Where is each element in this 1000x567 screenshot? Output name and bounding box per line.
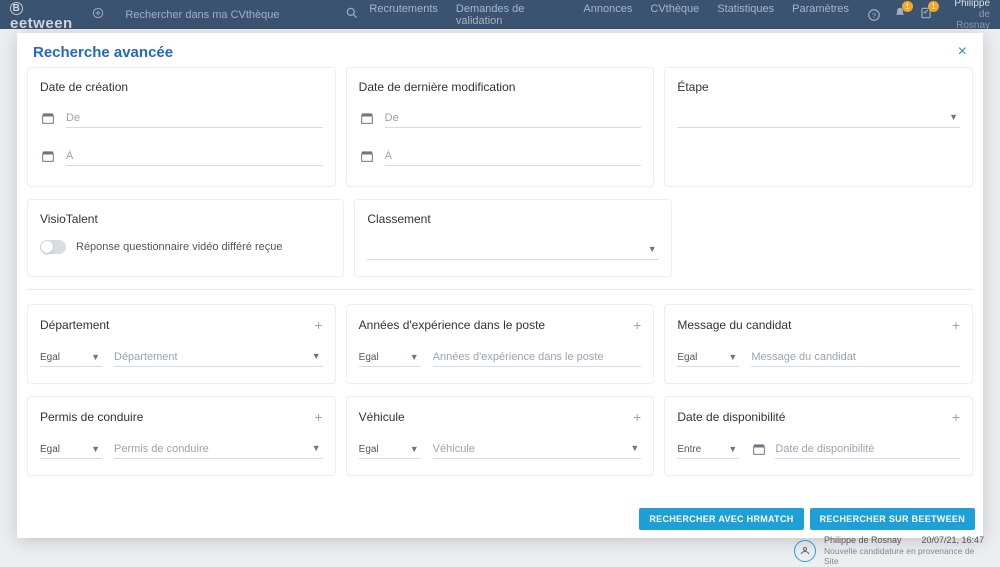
card-experience: Années d'expérience dans le poste+ Egal▼ (346, 304, 655, 384)
experience-input[interactable] (433, 347, 642, 367)
workspace-icon[interactable] (91, 6, 105, 23)
nav-ads[interactable]: Annonces (583, 3, 632, 27)
search-icon[interactable] (345, 6, 359, 23)
visio-toggle-label: Réponse questionnaire vidéo différé reçu… (76, 241, 283, 253)
notification-time: 20/07/21, 16:47 (921, 535, 984, 546)
vehicle-select[interactable]: Véhicule (433, 439, 642, 459)
plus-icon[interactable]: + (633, 317, 641, 333)
card-title: Étape (677, 80, 960, 94)
card-ranking: Classement ▼ (354, 199, 671, 277)
svg-text:?: ? (872, 10, 876, 19)
advanced-search-modal: Recherche avancée × Date de création Dat… (17, 33, 983, 538)
search-hrmatch-button[interactable]: RECHERCHER AVEC HRMATCH (639, 508, 803, 530)
creation-to-input[interactable] (66, 146, 323, 166)
bell-badge: 1 (902, 1, 913, 12)
topbar: BBeetweeneetween Rechercher dans ma CVth… (0, 0, 1000, 29)
nav-stats[interactable]: Statistiques (717, 3, 774, 27)
nav-recruitments[interactable]: Recrutements (369, 3, 437, 27)
visio-toggle[interactable] (40, 240, 66, 254)
department-select[interactable]: Département (114, 347, 323, 367)
creation-from-input[interactable] (66, 108, 323, 128)
card-stage: Étape ▼ (664, 67, 973, 187)
card-title: Département (40, 318, 109, 332)
logo: BBeetweeneetween (10, 0, 83, 32)
card-creation-date: Date de création (27, 67, 336, 187)
license-select[interactable]: Permis de conduire (114, 439, 323, 459)
card-title: Années d'expérience dans le poste (359, 318, 545, 332)
ranking-select[interactable] (367, 240, 658, 260)
license-op-select[interactable]: Egal (40, 440, 102, 459)
nav-params[interactable]: Paramètres (792, 3, 849, 27)
department-op-select[interactable]: Egal (40, 348, 102, 367)
bell-icon[interactable]: 1 (893, 6, 907, 23)
card-title: Classement (367, 212, 658, 226)
calendar-icon[interactable] (40, 110, 56, 126)
experience-op-select[interactable]: Egal (359, 348, 421, 367)
stage-select[interactable] (677, 108, 960, 128)
calendar-icon[interactable] (751, 441, 767, 457)
card-message: Message du candidat+ Egal▼ (664, 304, 973, 384)
card-visiotalent: VisioTalent Réponse questionnaire vidéo … (27, 199, 344, 277)
topbar-icons: ? 1 1 (867, 6, 933, 23)
search-beetween-button[interactable]: RECHERCHER SUR BEETWEEN (810, 508, 975, 530)
plus-icon[interactable]: + (952, 409, 960, 425)
notification-item[interactable]: Philippe de Rosnay 20/07/21, 16:47 Nouvel… (794, 534, 984, 567)
nav-validation[interactable]: Demandes de validation (456, 3, 566, 27)
tasks-icon[interactable]: 1 (919, 6, 933, 23)
card-modification-date: Date de dernière modification (346, 67, 655, 187)
card-vehicle: Véhicule+ Egal▼ Véhicule▼ (346, 396, 655, 476)
availability-op-select[interactable]: Entre (677, 440, 739, 459)
message-input[interactable] (751, 347, 960, 367)
plus-icon[interactable]: + (633, 409, 641, 425)
notification-name: Philippe de Rosnay (824, 535, 902, 546)
modification-to-input[interactable] (385, 146, 642, 166)
card-title: Date de création (40, 80, 323, 94)
notification-subtitle: Nouvelle candidature en provenance de Si… (824, 546, 984, 566)
main-nav: Recrutements Demandes de validation Anno… (369, 3, 849, 27)
global-search-placeholder[interactable]: Rechercher dans ma CVthèque (125, 9, 345, 21)
tasks-badge: 1 (928, 1, 939, 12)
card-availability: Date de disponibilité+ Entre▼ (664, 396, 973, 476)
close-icon[interactable]: × (958, 43, 967, 61)
modal-title: Recherche avancée (33, 44, 173, 61)
card-title: Date de dernière modification (359, 80, 642, 94)
plus-icon[interactable]: + (952, 317, 960, 333)
availability-input[interactable] (775, 439, 960, 459)
user-menu[interactable]: Philippe de Rosnay (943, 0, 990, 31)
help-icon[interactable]: ? (867, 8, 881, 22)
card-title: Véhicule (359, 410, 405, 424)
plus-icon[interactable]: + (314, 317, 322, 333)
vehicle-op-select[interactable]: Egal (359, 440, 421, 459)
card-title: Permis de conduire (40, 410, 143, 424)
empty-slot (682, 199, 973, 277)
card-department: Département+ Egal▼ Département▼ (27, 304, 336, 384)
card-license: Permis de conduire+ Egal▼ Permis de cond… (27, 396, 336, 476)
modification-from-input[interactable] (385, 108, 642, 128)
calendar-icon[interactable] (359, 110, 375, 126)
card-title: Date de disponibilité (677, 410, 785, 424)
message-op-select[interactable]: Egal (677, 348, 739, 367)
modal-footer-buttons: RECHERCHER AVEC HRMATCH RECHERCHER SUR B… (639, 508, 975, 530)
nav-cvtheque[interactable]: CVthèque (650, 3, 699, 27)
card-title: VisioTalent (40, 212, 331, 226)
plus-icon[interactable]: + (314, 409, 322, 425)
notification-avatar-icon (794, 540, 816, 562)
calendar-icon[interactable] (359, 148, 375, 164)
card-title: Message du candidat (677, 318, 791, 332)
section-divider (27, 289, 973, 290)
calendar-icon[interactable] (40, 148, 56, 164)
